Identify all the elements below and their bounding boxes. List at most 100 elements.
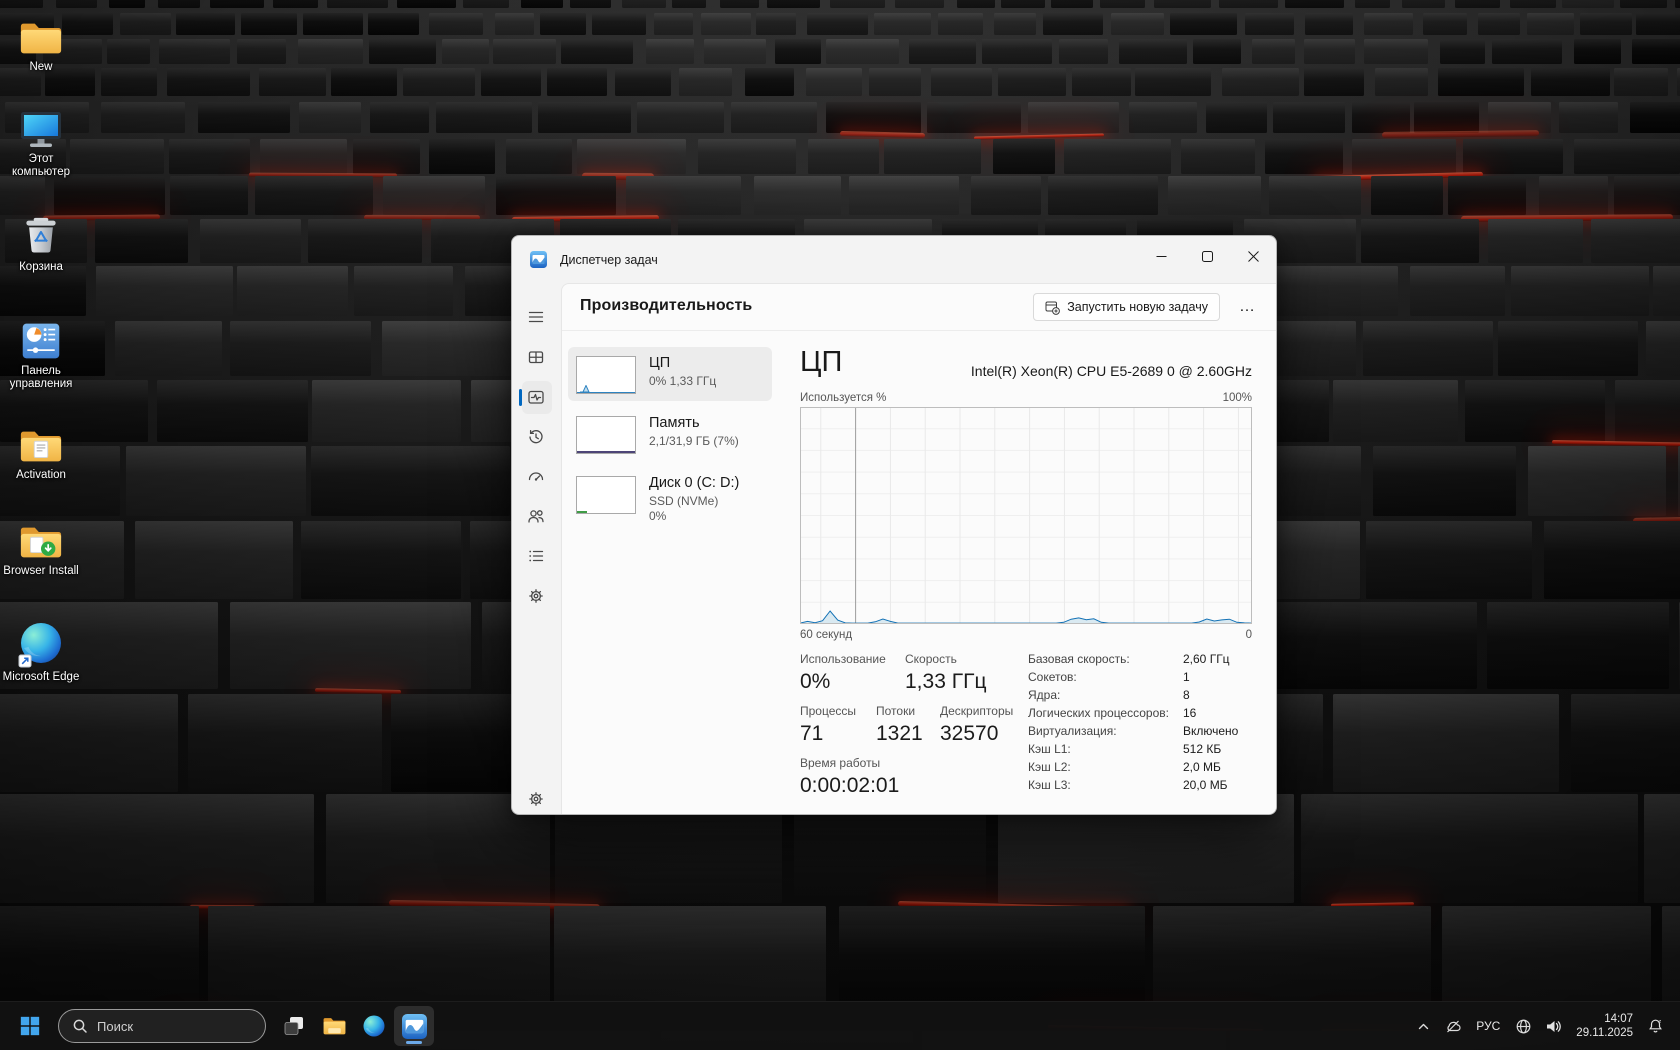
nav-processes-icon[interactable]	[527, 348, 545, 366]
run-new-task-button[interactable]: Запустить новую задачу	[1033, 293, 1220, 321]
nav-users-icon[interactable]	[527, 507, 545, 525]
wallpaper-block	[1355, 0, 1390, 8]
wallpaper-block	[429, 139, 495, 174]
wallpaper-block	[230, 602, 471, 689]
close-button[interactable]	[1230, 236, 1276, 276]
detail-value: Включено	[1183, 724, 1238, 738]
desktop-icon-control-panel[interactable]: Панель управления	[2, 320, 80, 391]
file-explorer-button[interactable]	[314, 1006, 354, 1046]
desktop-icon-label: Browser Install	[3, 565, 78, 578]
wallpaper-block	[230, 321, 371, 376]
nav-services-icon[interactable]	[527, 587, 545, 605]
wallpaper-block	[188, 694, 382, 792]
desktop-icon-browser-install[interactable]: Browser Install	[2, 522, 80, 578]
sidebar-item-memory[interactable]: Память 2,1/31,9 ГБ (7%)	[568, 407, 772, 461]
wallpaper-red-light	[1382, 130, 1539, 138]
wallpaper-block	[622, 0, 666, 8]
more-options-button[interactable]: …	[1232, 293, 1262, 321]
wallpaper-block	[1274, 266, 1398, 316]
nav-startup-apps-icon[interactable]	[527, 467, 545, 485]
wallpaper-block	[481, 68, 541, 96]
detail-label: Логических процессоров:	[1028, 706, 1178, 720]
detail-value: 1	[1183, 670, 1190, 684]
wallpaper-block	[1440, 39, 1485, 64]
wallpaper-block	[1245, 13, 1294, 35]
desktop-icon-new[interactable]: New	[2, 18, 80, 74]
notifications-button[interactable]: z	[1642, 1008, 1670, 1044]
wallpaper-block	[1352, 102, 1410, 133]
desktop-icon-activation[interactable]: Activation	[2, 426, 80, 482]
wallpaper-block	[0, 694, 178, 792]
detail-label: Сокетов:	[1028, 670, 1178, 684]
wallpaper-block	[1527, 13, 1574, 35]
taskbar-search[interactable]: Поиск	[58, 1009, 266, 1043]
nav-details-icon[interactable]	[527, 547, 545, 565]
wallpaper-block	[971, 176, 1041, 215]
desktop-icon-label: Панель управления	[2, 365, 80, 391]
wallpaper-red-light	[840, 131, 925, 138]
wallpaper-block	[260, 139, 347, 174]
page-title: Производительность	[580, 297, 752, 315]
wallpaper-block	[1051, 0, 1093, 8]
network-button[interactable]	[1509, 1008, 1537, 1044]
wallpaper-block	[0, 176, 45, 215]
wallpaper-block	[1511, 266, 1649, 316]
wallpaper-block	[107, 39, 150, 64]
settings-gear-icon[interactable]	[527, 790, 545, 808]
wallpaper-block	[1252, 39, 1295, 64]
task-manager-button[interactable]	[394, 1006, 434, 1046]
wallpaper-block	[101, 102, 185, 133]
wallpaper-red-light	[315, 688, 401, 693]
taskbar-clock[interactable]: 14:0729.11.2025	[1569, 1008, 1640, 1044]
stat-value-speed: 1,33 ГГц	[905, 670, 986, 694]
language-indicator[interactable]: РУС	[1469, 1008, 1507, 1044]
wallpaper-block	[931, 68, 992, 96]
volume-button[interactable]	[1539, 1008, 1567, 1044]
desktop-icon-label: New	[29, 61, 52, 74]
wallpaper-block	[808, 139, 879, 174]
wallpaper-block	[1580, 13, 1632, 35]
stat-label-threads: Потоки	[876, 704, 915, 718]
wallpaper-block	[495, 13, 534, 35]
wallpaper-block	[1072, 68, 1131, 96]
wallpaper-block	[927, 102, 1021, 133]
menu-hamburger-icon[interactable]	[527, 308, 545, 326]
search-icon	[72, 1018, 88, 1034]
wallpaper-block	[654, 13, 693, 35]
wallpaper-block	[1048, 176, 1158, 215]
desktop-icon-edge[interactable]: Microsoft Edge	[2, 622, 80, 684]
detail-label: Кэш L1:	[1028, 742, 1178, 756]
maximize-button[interactable]	[1184, 236, 1230, 276]
sidebar-item-title: ЦП	[649, 355, 670, 371]
wallpaper-block	[383, 176, 485, 215]
wallpaper-block	[1154, 0, 1211, 8]
wallpaper-block	[311, 446, 510, 516]
wallpaper-block	[354, 266, 453, 316]
detail-label: Ядра:	[1028, 688, 1178, 702]
tray-chevron-button[interactable]	[1409, 1008, 1437, 1044]
wallpaper-block	[547, 68, 607, 96]
onedrive-button[interactable]	[1439, 1008, 1467, 1044]
card-header: Производительность Запустить новую задач…	[562, 284, 1276, 331]
wallpaper-block	[701, 13, 751, 35]
wallpaper-block	[1375, 68, 1428, 96]
wallpaper-block	[369, 39, 436, 64]
wallpaper-block	[1492, 39, 1562, 64]
nav-performance-icon[interactable]	[527, 388, 545, 406]
taskbar: Поиск РУС 14:0729.11.2025 z	[0, 1001, 1680, 1050]
edge-button[interactable]	[354, 1006, 394, 1046]
cloud-slash-icon	[1444, 1018, 1462, 1035]
desktop-icon-recycle-bin[interactable]: Корзина	[2, 216, 80, 274]
wallpaper-block	[1301, 794, 1638, 903]
sidebar-item-cpu[interactable]: ЦП 0% 1,33 ГГц	[568, 347, 772, 401]
minimize-button[interactable]	[1138, 236, 1184, 276]
wallpaper-block	[1646, 321, 1680, 376]
start-button[interactable]	[10, 1006, 50, 1046]
wallpaper-block	[259, 68, 326, 96]
sidebar-item-disk0[interactable]: Диск 0 (C: D:) SSD (NVMe)0%	[568, 467, 772, 529]
nav-app-history-icon[interactable]	[527, 428, 545, 446]
wallpaper-block	[1269, 176, 1361, 215]
title-bar[interactable]: Диспетчер задач	[512, 236, 1276, 283]
task-view-button[interactable]	[274, 1006, 314, 1046]
desktop-icon-this-pc[interactable]: Этот компьютер	[2, 110, 80, 179]
